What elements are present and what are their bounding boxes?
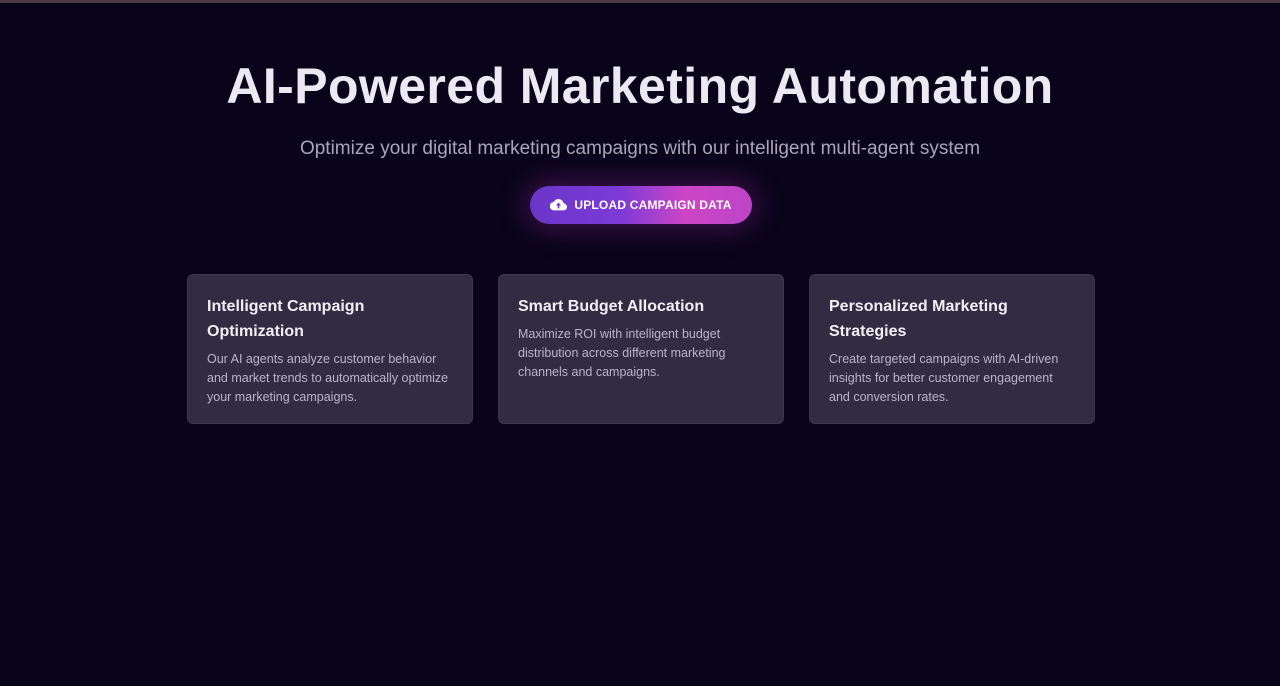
feature-card-title: Intelligent Campaign Optimization [207, 298, 365, 340]
feature-card-description: Create targeted campaigns with AI-driven… [829, 352, 1059, 404]
feature-card-budget-allocation: Smart Budget Allocation Maximize ROI wit… [498, 274, 784, 424]
feature-cards: Intelligent Campaign Optimization Our AI… [187, 274, 1095, 424]
feature-card-description: Maximize ROI with intelligent budget dis… [518, 327, 726, 379]
feature-card-title: Smart Budget Allocation [518, 298, 705, 315]
feature-card-campaign-optimization: Intelligent Campaign Optimization Our AI… [187, 274, 473, 424]
feature-card-title: Personalized Marketing Strategies [829, 298, 1008, 340]
feature-card-personalized-strategies: Personalized Marketing Strategies Create… [809, 274, 1095, 424]
landing-page: AI-Powered Marketing Automation Optimize… [0, 0, 1280, 686]
hero-subtitle: Optimize your digital marketing campaign… [299, 138, 981, 159]
upload-campaign-data-button[interactable]: UPLOAD CAMPAIGN DATA [530, 186, 752, 224]
cloud-upload-icon [550, 198, 568, 212]
hero-title: AI-Powered Marketing Automation [226, 58, 1054, 114]
upload-button-label: UPLOAD CAMPAIGN DATA [574, 198, 732, 212]
feature-card-description: Our AI agents analyze customer behavior … [207, 352, 449, 404]
top-border [0, 0, 1280, 3]
